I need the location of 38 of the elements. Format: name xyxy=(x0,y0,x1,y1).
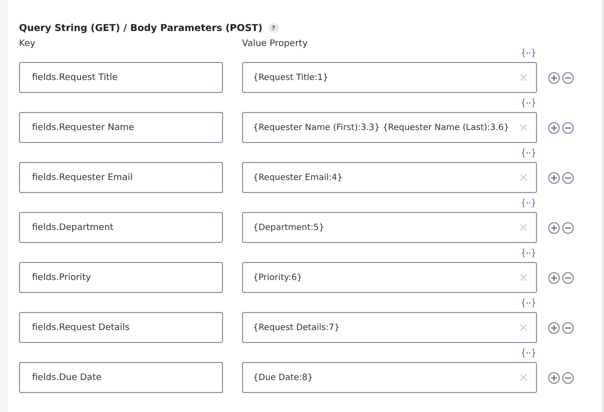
add-icon[interactable] xyxy=(548,372,560,384)
section-title: Query String (GET) / Body Parameters (POST) xyxy=(19,22,262,34)
add-icon[interactable] xyxy=(548,322,560,334)
key-field[interactable]: fields.Request Details xyxy=(19,312,223,343)
value-field[interactable]: {Request Details:7} xyxy=(242,312,537,343)
value-field[interactable]: {Priority:6} xyxy=(242,262,537,293)
add-icon[interactable] xyxy=(548,172,560,184)
remove-icon[interactable] xyxy=(562,322,574,334)
key-field[interactable]: fields.Request Title xyxy=(19,62,223,93)
key-field[interactable]: fields.Department xyxy=(19,212,223,243)
key-field[interactable]: fields.Requester Email xyxy=(19,162,223,193)
remove-icon[interactable] xyxy=(562,272,574,284)
insert-field-icon[interactable] xyxy=(521,248,536,258)
add-icon[interactable] xyxy=(548,122,560,134)
add-icon[interactable] xyxy=(548,222,560,234)
value-field[interactable]: {Department:5} xyxy=(242,212,537,243)
insert-field-icon[interactable] xyxy=(521,98,536,108)
add-icon[interactable] xyxy=(548,72,560,84)
remove-icon[interactable] xyxy=(562,72,574,84)
insert-field-icon[interactable] xyxy=(521,298,536,308)
insert-field-icon[interactable] xyxy=(521,198,536,208)
add-icon[interactable] xyxy=(548,272,560,284)
insert-field-icon[interactable] xyxy=(521,48,536,58)
key-field[interactable]: fields.Requester Name xyxy=(19,112,223,143)
value-field[interactable]: {Requester Name (First):3.3} {Requester Name (Last):3.6} xyxy=(242,112,537,143)
value-field[interactable]: {Request Title:1} xyxy=(242,62,537,93)
value-label: Value Property xyxy=(242,39,309,49)
remove-icon[interactable] xyxy=(562,222,574,234)
remove-icon[interactable] xyxy=(562,372,574,384)
insert-field-icon[interactable] xyxy=(521,348,536,358)
remove-icon[interactable] xyxy=(562,122,574,134)
remove-icon[interactable] xyxy=(562,172,574,184)
key-field[interactable]: fields.Priority xyxy=(19,262,223,293)
insert-field-icon[interactable] xyxy=(521,148,536,158)
value-field[interactable]: {Due Date:8} xyxy=(242,362,537,393)
value-field[interactable]: {Requester Email:4} xyxy=(242,162,537,193)
key-label: Key xyxy=(19,39,36,49)
key-field[interactable]: fields.Due Date xyxy=(19,362,223,393)
